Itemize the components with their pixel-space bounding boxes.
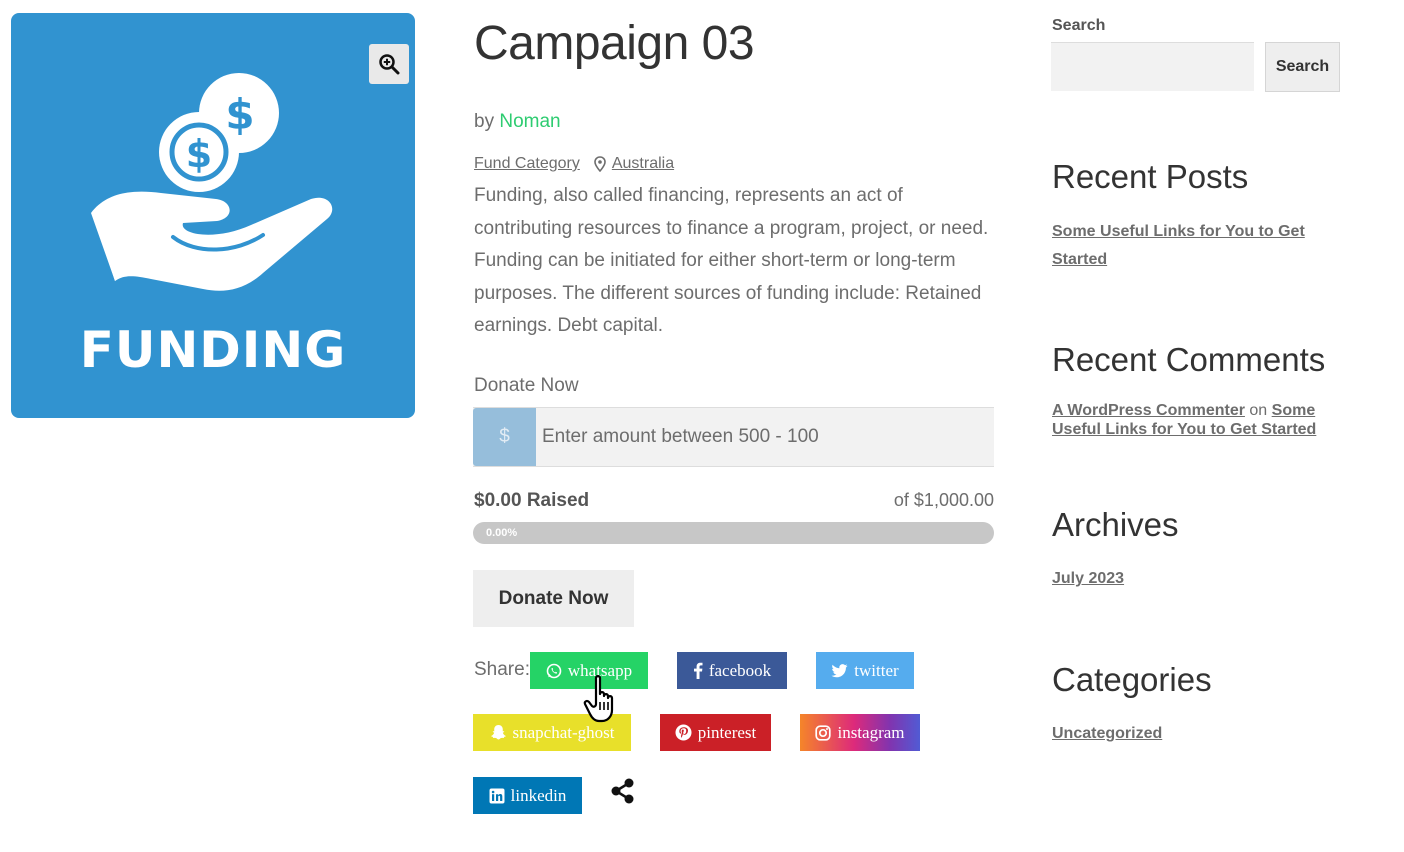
- share-icon[interactable]: [609, 777, 637, 810]
- recent-comments-title: Recent Comments: [1052, 341, 1326, 378]
- comment-author-link[interactable]: A WordPress Commenter: [1052, 402, 1245, 419]
- share-twitter-button[interactable]: twitter: [816, 652, 914, 689]
- share-label-text: pinterest: [697, 722, 757, 742]
- archive-link[interactable]: July 2023: [1052, 565, 1124, 593]
- share-label-text: linkedin: [510, 785, 567, 805]
- map-pin-icon: [594, 156, 606, 172]
- share-linkedin-button[interactable]: linkedin: [473, 777, 582, 814]
- currency-symbol: $: [473, 408, 536, 466]
- svg-text:$: $: [186, 132, 212, 176]
- svg-text:$: $: [225, 90, 254, 139]
- facebook-icon: [693, 662, 703, 679]
- share-snapchat-button[interactable]: snapchat-ghost: [473, 714, 631, 751]
- category-item-link[interactable]: Uncategorized: [1052, 720, 1162, 748]
- share-whatsapp-button[interactable]: whatsapp: [530, 652, 648, 689]
- category-link[interactable]: Fund Category: [474, 155, 580, 173]
- search-button[interactable]: Search: [1265, 42, 1340, 92]
- donate-now-button[interactable]: Donate Now: [473, 570, 634, 627]
- share-label: Share:: [474, 659, 530, 680]
- search-label: Search: [1052, 17, 1106, 34]
- amount-field: $: [473, 407, 994, 467]
- share-facebook-button[interactable]: facebook: [677, 652, 787, 689]
- share-label-text: snapchat-ghost: [512, 722, 615, 742]
- progress-text: 0.00%: [486, 527, 518, 539]
- magnifier-plus-icon: [379, 54, 400, 75]
- byline: by Noman: [474, 111, 561, 133]
- share-label-text: instagram: [837, 722, 905, 742]
- location-link[interactable]: Australia: [612, 155, 674, 173]
- share-pinterest-button[interactable]: pinterest: [660, 714, 771, 751]
- whatsapp-icon: [546, 663, 562, 678]
- funding-hand-coins-illustration: $ $: [91, 73, 333, 291]
- pinterest-icon: [675, 724, 692, 741]
- raised-amount: $0.00 Raised: [474, 490, 590, 511]
- recent-post-link[interactable]: Some Useful Links for You to Get Started: [1052, 218, 1312, 274]
- author-link[interactable]: Noman: [499, 111, 560, 132]
- linkedin-icon: [489, 788, 505, 803]
- categories-title: Categories: [1052, 661, 1212, 698]
- snapchat-icon: [490, 725, 506, 740]
- zoom-button[interactable]: [369, 44, 409, 84]
- share-instagram-button[interactable]: instagram: [800, 714, 920, 751]
- campaign-description: Funding, also called financing, represen…: [474, 185, 989, 336]
- product-image[interactable]: $ $ FUNDING: [11, 13, 415, 418]
- recent-comment-item: A WordPress Commenter on Some Useful Lin…: [1052, 401, 1332, 439]
- comment-on-text: on: [1249, 402, 1268, 419]
- goal-amount: of $1,000.00: [893, 490, 994, 510]
- share-label-text: whatsapp: [567, 660, 633, 680]
- campaign-meta: Fund Category Australia: [474, 155, 674, 173]
- page-title: Campaign 03: [474, 17, 755, 70]
- amount-input[interactable]: [536, 408, 994, 466]
- recent-posts-title: Recent Posts: [1052, 158, 1249, 195]
- by-label: by: [474, 111, 495, 132]
- image-caption: FUNDING: [79, 321, 347, 379]
- archives-title: Archives: [1052, 506, 1179, 543]
- share-label-text: facebook: [708, 660, 772, 680]
- instagram-icon: [815, 724, 832, 741]
- donate-label: Donate Now: [474, 375, 579, 396]
- search-input[interactable]: [1051, 42, 1254, 91]
- twitter-icon: [831, 663, 848, 677]
- share-label-text: twitter: [854, 660, 899, 680]
- progress-bar: 0.00%: [473, 522, 994, 544]
